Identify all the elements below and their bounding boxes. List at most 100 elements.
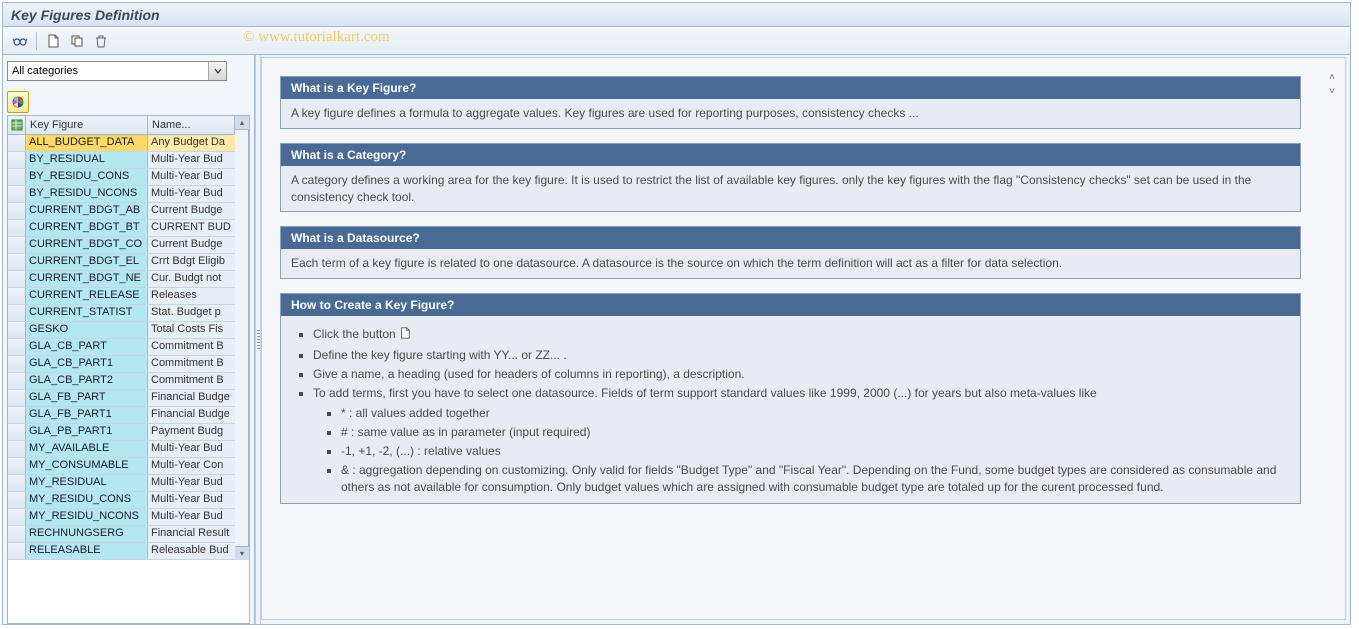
table-row[interactable]: CURRENT_BDGT_NECur. Budgt not — [8, 271, 235, 288]
cell-key-figure[interactable]: CURRENT_BDGT_CO — [26, 237, 148, 253]
category-dropdown[interactable] — [7, 61, 227, 81]
row-selector[interactable] — [8, 543, 26, 559]
column-key-figure[interactable]: Key Figure — [26, 116, 148, 134]
cell-key-figure[interactable]: GLA_CB_PART1 — [26, 356, 148, 372]
cell-key-figure[interactable]: GESKO — [26, 322, 148, 338]
row-selector[interactable] — [8, 305, 26, 321]
row-selector[interactable] — [8, 288, 26, 304]
cell-name[interactable]: CURRENT BUD — [148, 220, 235, 236]
row-selector[interactable] — [8, 220, 26, 236]
table-row[interactable]: BY_RESIDU_NCONSMulti-Year Bud — [8, 186, 235, 203]
table-row[interactable]: GLA_CB_PART1Commitment B — [8, 356, 235, 373]
color-legend-button[interactable] — [7, 91, 29, 113]
row-selector[interactable] — [8, 424, 26, 440]
table-row[interactable]: BY_RESIDUALMulti-Year Bud — [8, 152, 235, 169]
row-selector[interactable] — [8, 203, 26, 219]
table-row[interactable]: GLA_FB_PARTFinancial Budge — [8, 390, 235, 407]
table-row[interactable]: GLA_CB_PARTCommitment B — [8, 339, 235, 356]
table-row[interactable]: CURRENT_BDGT_ELCrrt Bdgt Eligib — [8, 254, 235, 271]
scroll-track[interactable] — [235, 130, 248, 546]
scroll-up-icon[interactable]: ▴ — [235, 116, 249, 130]
cell-name[interactable]: Financial Budge — [148, 390, 235, 406]
cell-key-figure[interactable]: BY_RESIDU_CONS — [26, 169, 148, 185]
table-row[interactable]: MY_CONSUMABLEMulti-Year Con — [8, 458, 235, 475]
cell-name[interactable]: Multi-Year Bud — [148, 169, 235, 185]
row-selector[interactable] — [8, 169, 26, 185]
cell-name[interactable]: Multi-Year Bud — [148, 441, 235, 457]
table-row[interactable]: CURRENT_RELEASEReleases — [8, 288, 235, 305]
table-row[interactable]: RECHNUNGSERGFinancial Result — [8, 526, 235, 543]
cell-name[interactable]: Payment Budg — [148, 424, 235, 440]
cell-name[interactable]: Multi-Year Bud — [148, 152, 235, 168]
cell-key-figure[interactable]: MY_CONSUMABLE — [26, 458, 148, 474]
table-vertical-scrollbar[interactable]: ▴ ▾ — [235, 116, 249, 560]
cell-key-figure[interactable]: GLA_CB_PART2 — [26, 373, 148, 389]
row-selector[interactable] — [8, 186, 26, 202]
table-row[interactable]: MY_AVAILABLEMulti-Year Bud — [8, 441, 235, 458]
select-all-header[interactable] — [8, 116, 26, 134]
cell-key-figure[interactable]: CURRENT_BDGT_BT — [26, 220, 148, 236]
copy-button[interactable] — [66, 30, 88, 52]
cell-key-figure[interactable]: CURRENT_STATIST — [26, 305, 148, 321]
cell-key-figure[interactable]: GLA_FB_PART — [26, 390, 148, 406]
display-button[interactable] — [9, 30, 31, 52]
row-selector[interactable] — [8, 407, 26, 423]
help-vertical-scrollbar[interactable]: ˄ ˅ — [1325, 70, 1339, 607]
table-row[interactable]: MY_RESIDU_NCONSMulti-Year Bud — [8, 509, 235, 526]
scroll-down-icon[interactable]: ˅ — [1325, 84, 1339, 98]
cell-name[interactable]: Financial Result — [148, 526, 235, 542]
cell-name[interactable]: Multi-Year Bud — [148, 186, 235, 202]
row-selector[interactable] — [8, 271, 26, 287]
cell-name[interactable]: Stat. Budget p — [148, 305, 235, 321]
table-row[interactable]: MY_RESIDU_CONSMulti-Year Bud — [8, 492, 235, 509]
table-row[interactable]: CURRENT_BDGT_COCurrent Budge — [8, 237, 235, 254]
cell-name[interactable]: Releases — [148, 288, 235, 304]
delete-button[interactable] — [90, 30, 112, 52]
cell-key-figure[interactable]: CURRENT_BDGT_NE — [26, 271, 148, 287]
row-selector[interactable] — [8, 390, 26, 406]
cell-key-figure[interactable]: GLA_PB_PART1 — [26, 424, 148, 440]
cell-key-figure[interactable]: ALL_BUDGET_DATA — [26, 135, 148, 151]
cell-name[interactable]: Multi-Year Con — [148, 458, 235, 474]
cell-key-figure[interactable]: GLA_FB_PART1 — [26, 407, 148, 423]
cell-key-figure[interactable]: BY_RESIDU_NCONS — [26, 186, 148, 202]
row-selector[interactable] — [8, 254, 26, 270]
scroll-up-icon[interactable]: ˄ — [1325, 70, 1339, 84]
table-row[interactable]: GESKOTotal Costs Fis — [8, 322, 235, 339]
row-selector[interactable] — [8, 492, 26, 508]
table-row[interactable]: GLA_FB_PART1Financial Budge — [8, 407, 235, 424]
cell-name[interactable]: Multi-Year Bud — [148, 509, 235, 525]
cell-key-figure[interactable]: CURRENT_BDGT_EL — [26, 254, 148, 270]
cell-name[interactable]: Cur. Budgt not — [148, 271, 235, 287]
table-row[interactable]: BY_RESIDU_CONSMulti-Year Bud — [8, 169, 235, 186]
table-row[interactable]: MY_RESIDUALMulti-Year Bud — [8, 475, 235, 492]
row-selector[interactable] — [8, 509, 26, 525]
row-selector[interactable] — [8, 373, 26, 389]
row-selector[interactable] — [8, 152, 26, 168]
cell-key-figure[interactable]: MY_RESIDUAL — [26, 475, 148, 491]
cell-name[interactable]: Commitment B — [148, 356, 235, 372]
create-button[interactable] — [42, 30, 64, 52]
cell-key-figure[interactable]: MY_RESIDU_NCONS — [26, 509, 148, 525]
cell-name[interactable]: Financial Budge — [148, 407, 235, 423]
row-selector[interactable] — [8, 237, 26, 253]
cell-key-figure[interactable]: GLA_CB_PART — [26, 339, 148, 355]
cell-key-figure[interactable]: RELEASABLE — [26, 543, 148, 559]
row-selector[interactable] — [8, 526, 26, 542]
table-row[interactable]: GLA_PB_PART1Payment Budg — [8, 424, 235, 441]
cell-name[interactable]: Releasable Bud — [148, 543, 235, 559]
cell-name[interactable]: Any Budget Da — [148, 135, 235, 151]
table-row[interactable]: CURRENT_BDGT_ABCurrent Budge — [8, 203, 235, 220]
row-selector[interactable] — [8, 475, 26, 491]
table-row[interactable]: GLA_CB_PART2Commitment B — [8, 373, 235, 390]
cell-name[interactable]: Current Budge — [148, 237, 235, 253]
row-selector[interactable] — [8, 339, 26, 355]
cell-name[interactable]: Multi-Year Bud — [148, 492, 235, 508]
cell-name[interactable]: Total Costs Fis — [148, 322, 235, 338]
cell-key-figure[interactable]: CURRENT_BDGT_AB — [26, 203, 148, 219]
cell-key-figure[interactable]: MY_RESIDU_CONS — [26, 492, 148, 508]
cell-key-figure[interactable]: RECHNUNGSERG — [26, 526, 148, 542]
row-selector[interactable] — [8, 135, 26, 151]
row-selector[interactable] — [8, 441, 26, 457]
table-row[interactable]: CURRENT_BDGT_BTCURRENT BUD — [8, 220, 235, 237]
